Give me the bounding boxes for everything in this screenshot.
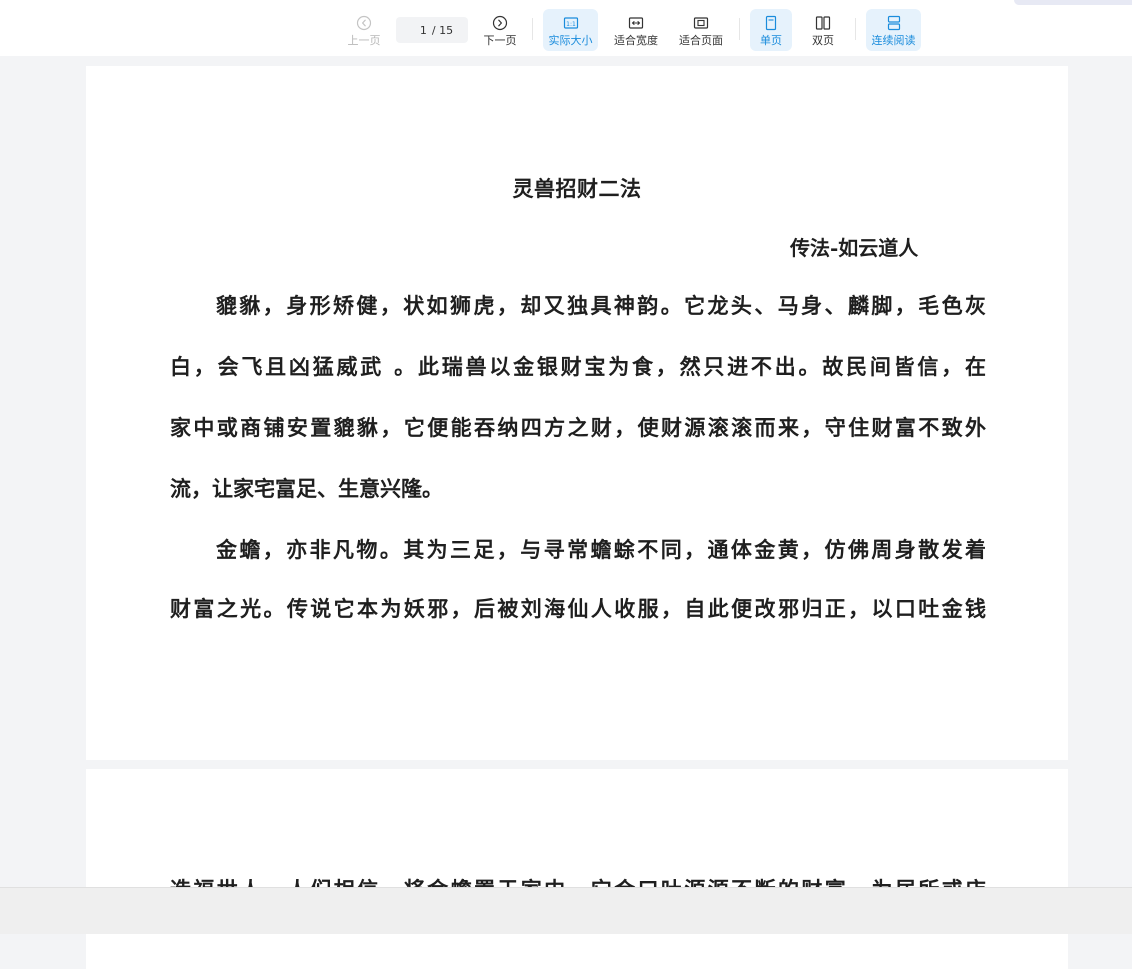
- single-page-label: 单页: [760, 34, 782, 47]
- toolbar-divider: [532, 18, 533, 40]
- document-author: 传法-如云道人: [790, 236, 919, 260]
- double-page-button[interactable]: 双页: [802, 9, 844, 51]
- paragraph-line: 白，会飞且凶猛威武 。此瑞兽以金银财宝为食，然只进不出。故民间皆信，在: [170, 354, 986, 379]
- fit-page-icon: [693, 15, 709, 31]
- viewer-toolbar: 上一页 / 15 下一页 1:1 实际大小 适合宽度 适合页面: [0, 0, 1132, 56]
- next-page-button[interactable]: 下一页: [478, 9, 522, 51]
- actual-size-label: 实际大小: [548, 34, 593, 47]
- toolbar-divider: [739, 18, 740, 40]
- chevron-left-circle-icon: [356, 15, 372, 31]
- single-page-icon: [763, 15, 779, 31]
- continuous-reading-button[interactable]: 连续阅读: [866, 9, 921, 51]
- page-indicator: / 15: [396, 17, 468, 43]
- fit-width-label: 适合宽度: [614, 34, 658, 47]
- document-page-2: 造福世人。人们相信，将金蟾置于家中，它会口吐源源不断的财富，为居所或店: [86, 769, 1068, 969]
- paragraph-line: 流，让家宅富足、生意兴隆。: [170, 476, 443, 501]
- corner-decoration: [1014, 0, 1132, 5]
- paragraph-line: 家中或商铺安置貔貅，它便能吞纳四方之财，使财源滚滚而来，守住财富不致外: [170, 415, 986, 440]
- paragraph-line: 金蟾，亦非凡物。其为三足，与寻常蟾蜍不同，通体金黄，仿佛周身散发着: [216, 537, 986, 562]
- page-total: / 15: [431, 23, 454, 37]
- prev-page-button[interactable]: 上一页: [342, 9, 386, 51]
- continuous-reading-label: 连续阅读: [871, 34, 916, 47]
- prev-page-label: 上一页: [347, 34, 381, 47]
- fit-page-button[interactable]: 适合页面: [674, 9, 728, 51]
- actual-size-icon: 1:1: [563, 15, 579, 31]
- double-page-label: 双页: [812, 34, 834, 47]
- svg-text:1:1: 1:1: [566, 21, 576, 28]
- actual-size-button[interactable]: 1:1 实际大小: [543, 9, 598, 51]
- page-number-input[interactable]: [410, 23, 427, 37]
- fit-width-icon: [628, 15, 644, 31]
- next-page-label: 下一页: [483, 34, 517, 47]
- double-page-icon: [815, 15, 831, 31]
- continuous-scroll-icon: [886, 15, 902, 31]
- toolbar-divider: [855, 18, 856, 40]
- paragraph-line: 貔貅，身形矫健，状如狮虎，却又独具神韵。它龙头、马身、麟脚，毛色灰: [216, 293, 986, 318]
- fit-page-label: 适合页面: [679, 34, 723, 47]
- document-page-1: 灵兽招财二法 传法-如云道人 貔貅，身形矫健，状如狮虎，却又独具神韵。它龙头、马…: [86, 66, 1068, 760]
- document-title: 灵兽招财二法: [512, 176, 642, 201]
- paragraph-line: 财富之光。传说它本为妖邪，后被刘海仙人收服，自此便改邪归正，以口吐金钱: [170, 596, 986, 621]
- fit-width-button[interactable]: 适合宽度: [609, 9, 663, 51]
- chevron-right-circle-icon: [492, 15, 508, 31]
- bottom-bar: [0, 887, 1132, 934]
- single-page-button[interactable]: 单页: [750, 9, 792, 51]
